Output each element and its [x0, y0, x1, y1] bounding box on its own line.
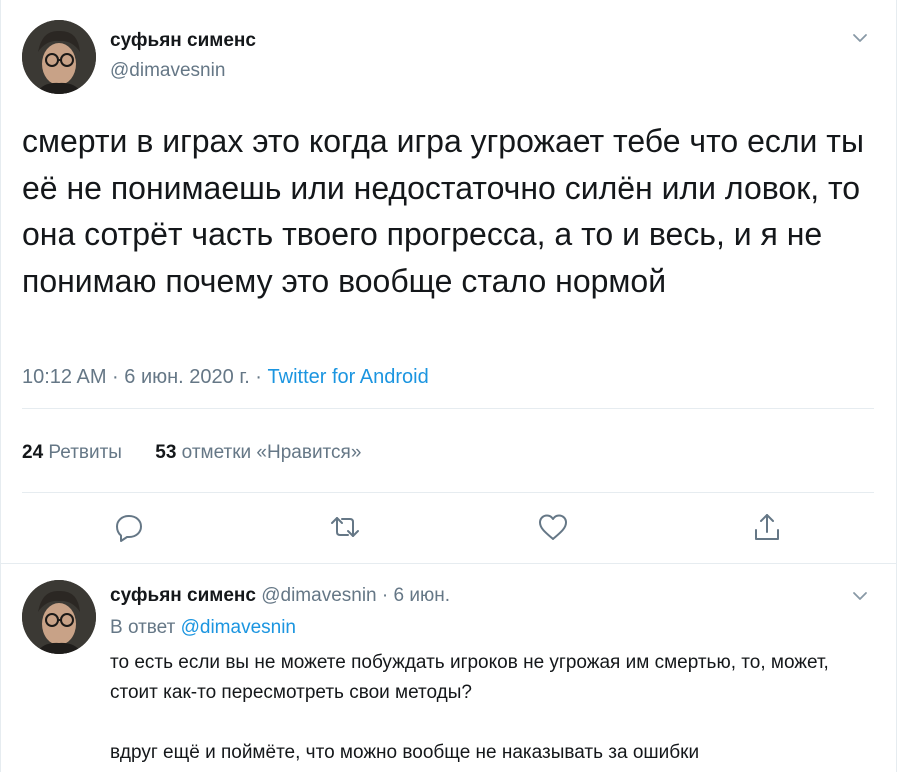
avatar-image — [22, 20, 96, 94]
likes-label: отметки «Нравится» — [181, 442, 362, 463]
reply-avatar[interactable] — [22, 580, 96, 654]
tweet-meta: 10:12 AM · 6 июн. 2020 г. · Twitter for … — [22, 366, 429, 389]
reply-author-name[interactable]: суфьян сименс — [110, 585, 256, 606]
like-icon — [539, 514, 567, 540]
tweet-stats: 24 Ретвиты 53 отметки «Нравится» — [22, 442, 389, 464]
reply-handle-date[interactable]: @dimavesnin · 6 июн. — [256, 585, 450, 606]
retweet-button[interactable] — [328, 510, 362, 544]
reply-paragraph-1: то есть если вы не можете побуждать игро… — [110, 652, 829, 703]
chevron-down-icon — [853, 592, 867, 600]
tweet-menu-chevron[interactable] — [850, 28, 870, 48]
retweets-label: Ретвиты — [48, 442, 122, 463]
retweets-count: 24 — [22, 442, 44, 463]
author-handle[interactable]: @dimavesnin — [110, 60, 225, 82]
divider-top — [22, 408, 874, 409]
tweet-timestamp[interactable]: 10:12 AM · 6 июн. 2020 г. · — [22, 366, 268, 388]
reply-button[interactable] — [112, 510, 146, 544]
retweet-icon — [331, 517, 359, 537]
retweets-stat[interactable]: 24 Ретвиты — [22, 442, 122, 463]
author-name[interactable]: суфьян сименс — [110, 30, 256, 52]
reply-header: суфьян сименс @dimavesnin · 6 июн. — [110, 585, 450, 607]
tweet-source-link[interactable]: Twitter for Android — [268, 366, 429, 388]
reply-icon — [116, 515, 142, 542]
reply-text: то есть если вы не можете побуждать игро… — [110, 648, 870, 768]
tweet-text: смерти в играх это когда игра угрожает т… — [22, 123, 864, 299]
like-button[interactable] — [536, 510, 570, 544]
avatar[interactable] — [22, 20, 96, 94]
reply-paragraph-2: вдруг ещё и поймёте, что можно вообще не… — [110, 742, 700, 763]
timeline-left-border — [0, 0, 1, 772]
avatar-image — [22, 580, 96, 654]
in-reply-to: В ответ @dimavesnin — [110, 617, 296, 639]
likes-stat[interactable]: 53 отметки «Нравится» — [155, 442, 361, 463]
divider-bottom — [22, 492, 874, 493]
likes-count: 53 — [155, 442, 177, 463]
in-reply-prefix: В ответ — [110, 617, 181, 638]
tweet-separator — [0, 563, 897, 564]
in-reply-mention[interactable]: @dimavesnin — [181, 617, 296, 638]
reply-menu-chevron[interactable] — [850, 586, 870, 606]
chevron-down-icon — [853, 34, 867, 42]
share-button[interactable] — [750, 510, 784, 544]
timeline-right-border — [896, 0, 897, 772]
share-icon — [755, 514, 779, 540]
